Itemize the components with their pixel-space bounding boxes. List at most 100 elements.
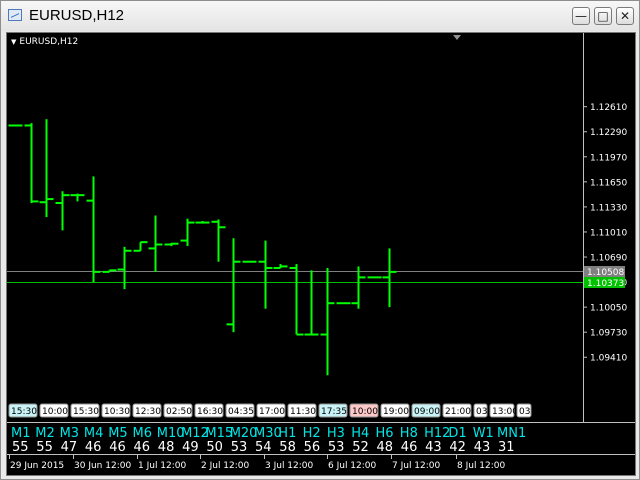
session-label-text: 19:00 — [383, 407, 409, 417]
price-tick-label: 1.11330 — [590, 203, 627, 213]
price-tick-label: 1.09730 — [590, 329, 627, 339]
session-label-text: 03: — [476, 407, 490, 417]
time-axis-label: 1 Jul 12:00 — [138, 461, 187, 471]
timeframe-value: 53 — [231, 440, 248, 455]
timeframe-value: 48 — [158, 440, 175, 455]
session-label-text: 10:30 — [104, 407, 130, 417]
timeframe-value: 46 — [134, 440, 151, 455]
timeframe-name: M1 — [11, 426, 31, 441]
session-label-text: 09:00 — [414, 407, 440, 417]
time-axis-label: 3 Jul 12:00 — [265, 461, 314, 471]
maximize-button[interactable]: □ — [594, 7, 612, 25]
session-label: 04:35 — [225, 403, 255, 418]
session-label-text: 10:00 — [352, 407, 378, 417]
session-label: 02:50 — [163, 403, 193, 418]
time-axis-label: 29 Jun 2015 — [10, 461, 64, 471]
timeframe-name: D1 — [448, 426, 466, 441]
ask-price-label: 1.10373 — [587, 279, 624, 289]
price-chart[interactable]: 1.12610 1.12290 1.11970 1.11650 1.11330 1.110… — [6, 32, 636, 476]
price-tick-label: 1.11010 — [590, 228, 627, 238]
chart-window-icon[interactable] — [8, 9, 22, 21]
timeframe-value: 53 — [328, 440, 345, 455]
timeframe-name: H12 — [424, 426, 450, 441]
timeframe-name: M5 — [108, 426, 128, 441]
session-label-text: 03: — [519, 407, 533, 417]
timeframe-value: 46 — [401, 440, 418, 455]
timeframe-name: H8 — [400, 426, 418, 441]
timeframe-value: 31 — [498, 440, 515, 455]
timeframe-name: H6 — [376, 426, 394, 441]
timeframe-name: M2 — [35, 426, 55, 441]
timeframe-value: 48 — [377, 440, 394, 455]
session-label: 10:30 — [101, 403, 131, 418]
timeframe-name: H2 — [303, 426, 321, 441]
session-label: 09:00 — [411, 403, 441, 418]
session-label: 13:00 — [489, 403, 518, 418]
timeframe-name: H4 — [351, 426, 369, 441]
price-tick-label: 1.11650 — [590, 178, 627, 188]
price-tick-label: 1.11970 — [590, 153, 627, 163]
chart-canvas[interactable]: 1.12610 1.12290 1.11970 1.11650 1.11330 1.110… — [7, 33, 635, 475]
session-label-text: 12:30 — [135, 407, 161, 417]
session-label-text: 16:30 — [197, 407, 223, 417]
session-label: 17:35 — [318, 403, 348, 418]
timeframe-value: 50 — [206, 440, 223, 455]
timeframe-value: 56 — [304, 440, 321, 455]
price-tick-label: 1.10050 — [590, 304, 627, 314]
symbol-label: ▼ EURUSD,H12 — [11, 37, 78, 48]
session-label-text: 04:35 — [228, 407, 254, 417]
session-label: 11:30 — [287, 403, 317, 418]
timeframe-value: 47 — [61, 440, 78, 455]
window-title: EURUSD,H12 — [29, 7, 125, 24]
time-axis-label: 2 Jul 12:00 — [201, 461, 250, 471]
session-label-text: 21:00 — [445, 407, 471, 417]
timeframe-name: W1 — [473, 426, 494, 441]
timeframe-name: M4 — [84, 426, 104, 441]
session-label: 17:00 — [256, 403, 286, 418]
dropdown-triangle-icon[interactable]: ▼ — [11, 37, 16, 48]
price-tick-label: 1.10690 — [590, 254, 627, 264]
session-label: 03: — [516, 403, 533, 418]
session-label-text: 15:30 — [11, 407, 37, 417]
session-label: 21:00 — [442, 403, 472, 418]
timeframe-name: M6 — [133, 426, 153, 441]
timeframe-name: M3 — [60, 426, 80, 441]
session-label-text: 13:00 — [492, 407, 518, 417]
session-label: 12:30 — [132, 403, 162, 418]
chart-window: EURUSD,H12 — □ ✕ 1.12610 1.12290 1.11970 1.… — [0, 0, 640, 480]
session-label: 15:30 — [8, 403, 38, 418]
close-button[interactable]: ✕ — [616, 7, 634, 25]
price-tick-label: 1.12290 — [590, 128, 627, 138]
price-tick-label: 1.12610 — [590, 103, 627, 113]
timeframe-value: 46 — [85, 440, 102, 455]
timeframe-value: 46 — [109, 440, 126, 455]
session-label: 10:00 — [349, 403, 379, 418]
timeframe-value: 55 — [12, 440, 29, 455]
session-label: 19:00 — [380, 403, 410, 418]
symbol-label-text: EURUSD,H12 — [19, 37, 79, 47]
close-icon: ✕ — [619, 9, 631, 23]
title-bar[interactable]: EURUSD,H12 — □ ✕ — [1, 1, 639, 31]
chart-shift-marker — [453, 35, 461, 40]
timeframe-name: MN1 — [497, 426, 526, 441]
minimize-icon: — — [575, 9, 587, 23]
timeframe-value: 49 — [182, 440, 199, 455]
time-axis-label: 6 Jul 12:00 — [328, 461, 377, 471]
session-label: 16:30 — [194, 403, 224, 418]
time-axis-label: 8 Jul 12:00 — [457, 461, 506, 471]
session-label-text: 17:35 — [321, 407, 347, 417]
timeframe-name: H1 — [278, 426, 296, 441]
time-axis-label: 7 Jul 12:00 — [392, 461, 441, 471]
timeframe-value: 42 — [449, 440, 466, 455]
session-label-text: 10:00 — [42, 407, 68, 417]
minimize-button[interactable]: — — [572, 7, 590, 25]
session-label-text: 11:30 — [290, 407, 316, 417]
price-tick-label: 1.09410 — [590, 354, 627, 364]
time-axis-label: 30 Jun 12:00 — [74, 461, 131, 471]
timeframe-value: 43 — [425, 440, 442, 455]
session-label-text: 15:30 — [73, 407, 99, 417]
timeframe-value: 43 — [474, 440, 491, 455]
timeframe-value: 58 — [279, 440, 296, 455]
maximize-icon: □ — [597, 9, 609, 23]
session-label: 10:00 — [39, 403, 69, 418]
